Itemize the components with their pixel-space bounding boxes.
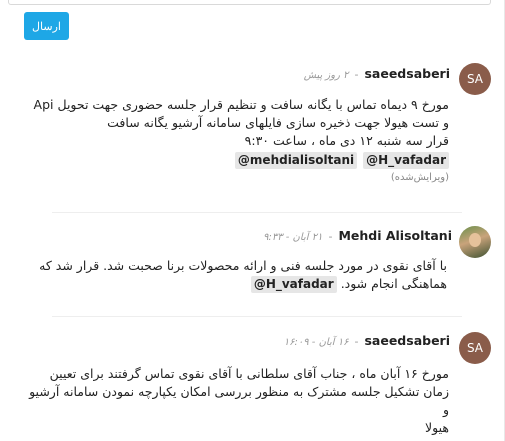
author-name[interactable]: saeedsaberi bbox=[364, 66, 450, 81]
separator: - bbox=[354, 68, 359, 81]
mention-tag[interactable]: @H_vafadar bbox=[363, 152, 449, 169]
timestamp[interactable]: ۲۱ آبان - ۹:۳۳ bbox=[263, 232, 322, 243]
comment-line: زمان تشکیل جلسه مشترک به منظور بررسی امک… bbox=[29, 384, 449, 417]
comment-line: هماهنگی انجام شود. bbox=[340, 276, 447, 291]
comment-header: saeedsaberi - ۱۶ آبان - ۱۶:۰۹ bbox=[284, 333, 450, 348]
avatar bbox=[459, 226, 491, 258]
mention-tag[interactable]: @mehdialisoltani bbox=[234, 152, 358, 169]
author-name[interactable]: saeedsaberi bbox=[364, 333, 450, 348]
separator: - bbox=[328, 230, 333, 243]
comment-header: saeedsaberi - ۲ روز پیش bbox=[304, 66, 450, 81]
avatar: SA bbox=[459, 332, 491, 364]
comment-line: با آقای نقوی در مورد جلسه فنی و ارائه مح… bbox=[39, 258, 447, 273]
comment-line: مورخ ۱۶ آبان ماه ، جناب آقای سلطانی با آ… bbox=[49, 366, 449, 381]
mention-tag[interactable]: @H_vafadar bbox=[250, 276, 337, 293]
comment-input-box[interactable] bbox=[8, 0, 491, 5]
comment-body: مورخ ۱۶ آبان ماه ، جناب آقای سلطانی با آ… bbox=[29, 365, 449, 437]
comment-line: قرار سه شنبه ۱۲ دی ماه ، ساعت ۹:۳۰ bbox=[244, 133, 449, 148]
send-button[interactable]: ارسال bbox=[24, 12, 69, 40]
comment-body: مورخ ۹ دیماه تماس با یگانه سافت و تنظیم … bbox=[29, 96, 449, 187]
divider bbox=[52, 316, 462, 317]
timestamp[interactable]: ۲ روز پیش bbox=[304, 70, 349, 81]
timestamp[interactable]: ۱۶ آبان - ۱۶:۰۹ bbox=[284, 337, 349, 348]
divider bbox=[52, 212, 462, 213]
comment-line: و تست هیولا جهت ذخیره سازی فایلهای سامان… bbox=[107, 115, 449, 130]
author-name[interactable]: Mehdi Alisoltani bbox=[338, 228, 452, 243]
comment-line: هیولا bbox=[425, 420, 449, 435]
separator: - bbox=[354, 335, 359, 348]
edited-label: (ویرایش‌شده) bbox=[390, 172, 449, 183]
comment-body: با آقای نقوی در مورد جلسه فنی و ارائه مح… bbox=[27, 257, 447, 293]
avatar: SA bbox=[459, 63, 491, 95]
comment-line: مورخ ۹ دیماه تماس با یگانه سافت و تنظیم … bbox=[33, 97, 449, 112]
comment-header: Mehdi Alisoltani - ۲۱ آبان - ۹:۳۳ bbox=[263, 228, 452, 243]
